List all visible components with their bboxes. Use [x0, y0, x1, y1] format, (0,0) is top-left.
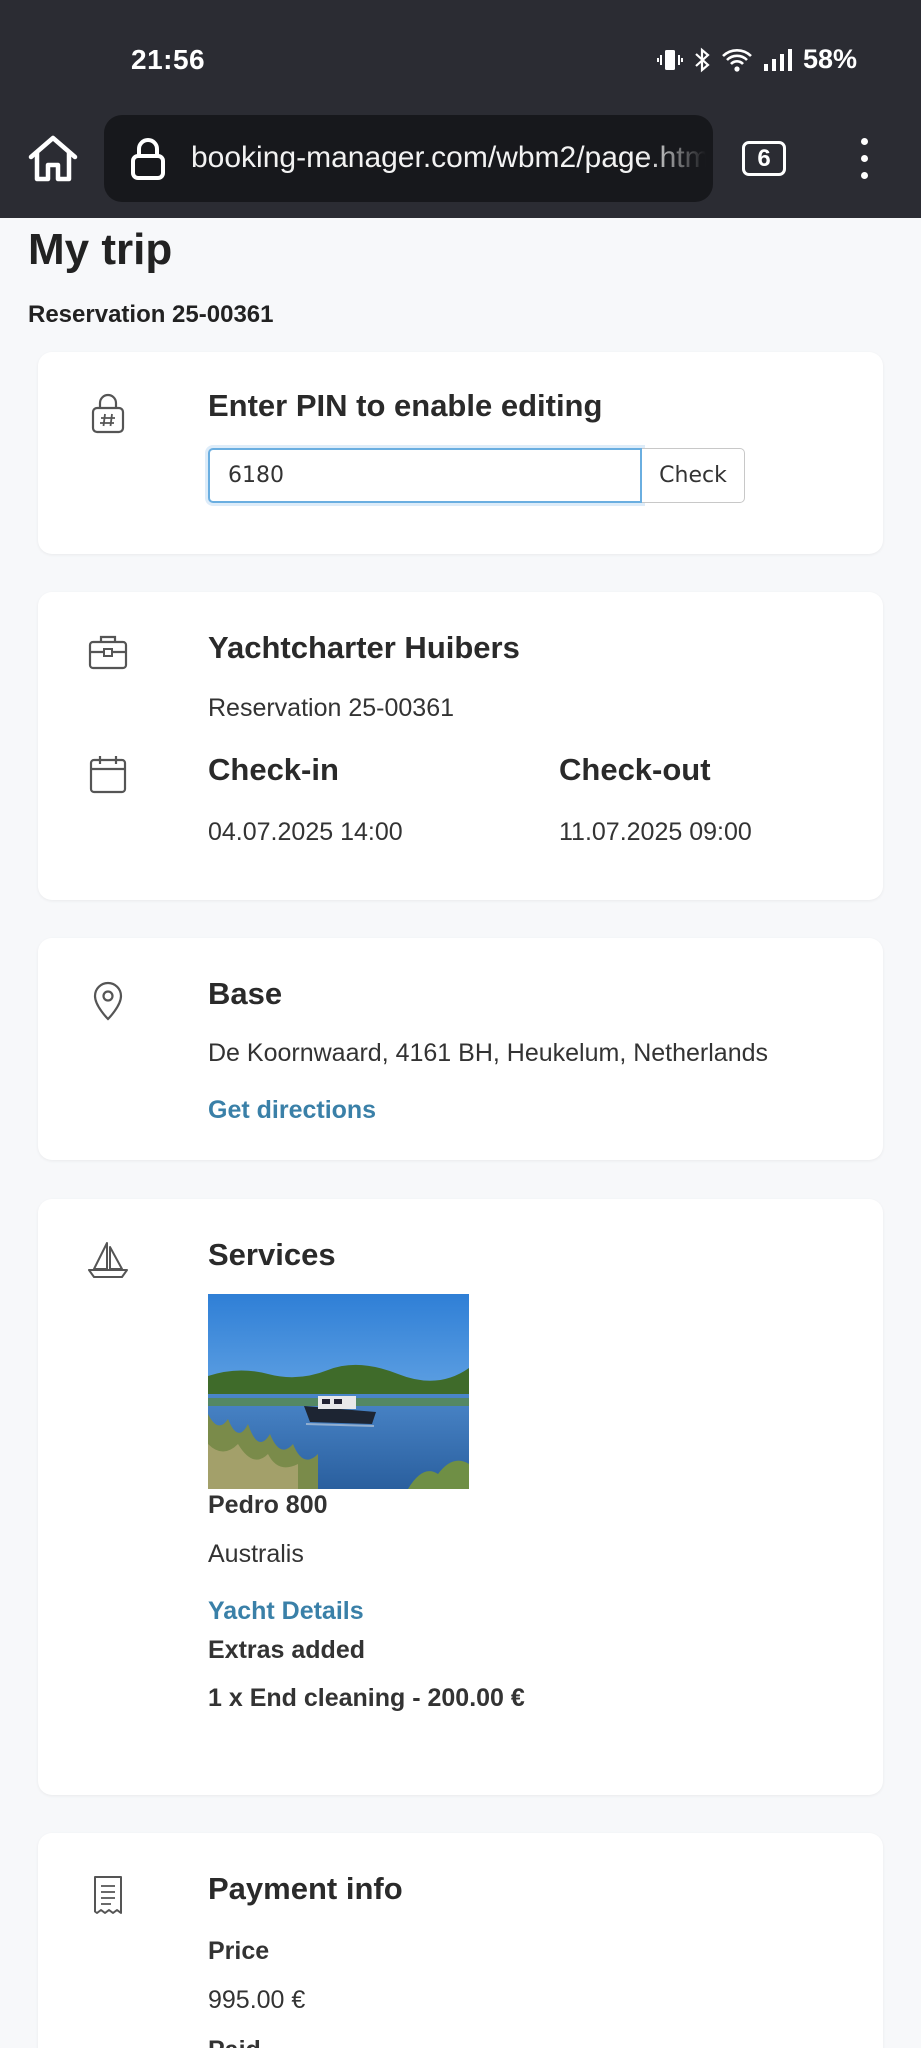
browser-chrome: 21:56 58% booking-manager.com/wbm2/page.…: [0, 0, 921, 218]
yacht-name: Pedro 800: [208, 1491, 328, 1519]
pin-card: Enter PIN to enable editing Check: [38, 352, 883, 554]
wifi-icon: [722, 48, 752, 72]
page-title: My trip: [28, 225, 173, 274]
check-pin-button[interactable]: Check: [642, 448, 745, 503]
status-time: 21:56: [131, 44, 206, 75]
calendar-icon: [86, 752, 130, 796]
checkin-value: 04.07.2025 14:00: [208, 818, 403, 846]
yacht-model: Australis: [208, 1540, 304, 1568]
checkout-value: 11.07.2025 09:00: [559, 818, 752, 846]
status-icons: 58%: [656, 44, 857, 75]
lock-icon[interactable]: [130, 137, 166, 181]
services-heading: Services: [208, 1237, 336, 1272]
extras-heading: Extras added: [208, 1636, 366, 1664]
paid-label: Paid: [208, 2036, 261, 2048]
location-pin-icon: [86, 978, 130, 1022]
base-card: Base De Koornwaard, 4161 BH, Heukelum, N…: [38, 938, 883, 1160]
payment-card: Payment info Price 995.00 € Paid: [38, 1833, 883, 2048]
reservation-number: Reservation 25-00361: [208, 694, 454, 722]
checkin-label: Check-in: [208, 752, 339, 787]
pin-heading: Enter PIN to enable editing: [208, 388, 603, 423]
home-button[interactable]: [26, 132, 80, 184]
services-card: Services Pedro 800 Australis Yacht Detai…: [38, 1199, 883, 1795]
extras-item: 1 x End cleaning - 200.00 €: [208, 1684, 525, 1712]
page-reservation-number: Reservation 25-00361: [28, 301, 274, 328]
reservation-card: Yachtcharter Huibers Reservation 25-0036…: [38, 592, 883, 900]
overflow-menu-button[interactable]: [855, 138, 873, 182]
yacht-details-link[interactable]: Yacht Details: [208, 1597, 364, 1626]
checkout-label: Check-out: [559, 752, 711, 787]
pin-lock-icon: [86, 392, 130, 436]
address-bar[interactable]: booking-manager.com/wbm2/page.html: [104, 115, 713, 202]
base-heading: Base: [208, 976, 283, 1011]
briefcase-icon: [86, 630, 130, 674]
tab-switcher-button[interactable]: 6: [742, 141, 786, 176]
battery-percent: 58%: [802, 44, 857, 74]
url-text[interactable]: booking-manager.com/wbm2/page.html: [191, 141, 706, 175]
pin-input[interactable]: [208, 448, 642, 503]
base-address: De Koornwaard, 4161 BH, Heukelum, Nether…: [208, 1039, 769, 1067]
signal-icon: [763, 48, 792, 71]
receipt-icon: [86, 1873, 130, 1917]
vibrate-icon: [656, 49, 683, 70]
price-label: Price: [208, 1937, 270, 1965]
home-icon: [28, 135, 78, 182]
bluetooth-icon: [695, 47, 710, 72]
yacht-photo[interactable]: [208, 1294, 469, 1489]
charter-company-name: Yachtcharter Huibers: [208, 630, 520, 665]
get-directions-link[interactable]: Get directions: [208, 1096, 376, 1125]
price-value: 995.00 €: [208, 1986, 306, 2014]
payment-heading: Payment info: [208, 1871, 403, 1906]
sailboat-icon: [86, 1237, 130, 1281]
